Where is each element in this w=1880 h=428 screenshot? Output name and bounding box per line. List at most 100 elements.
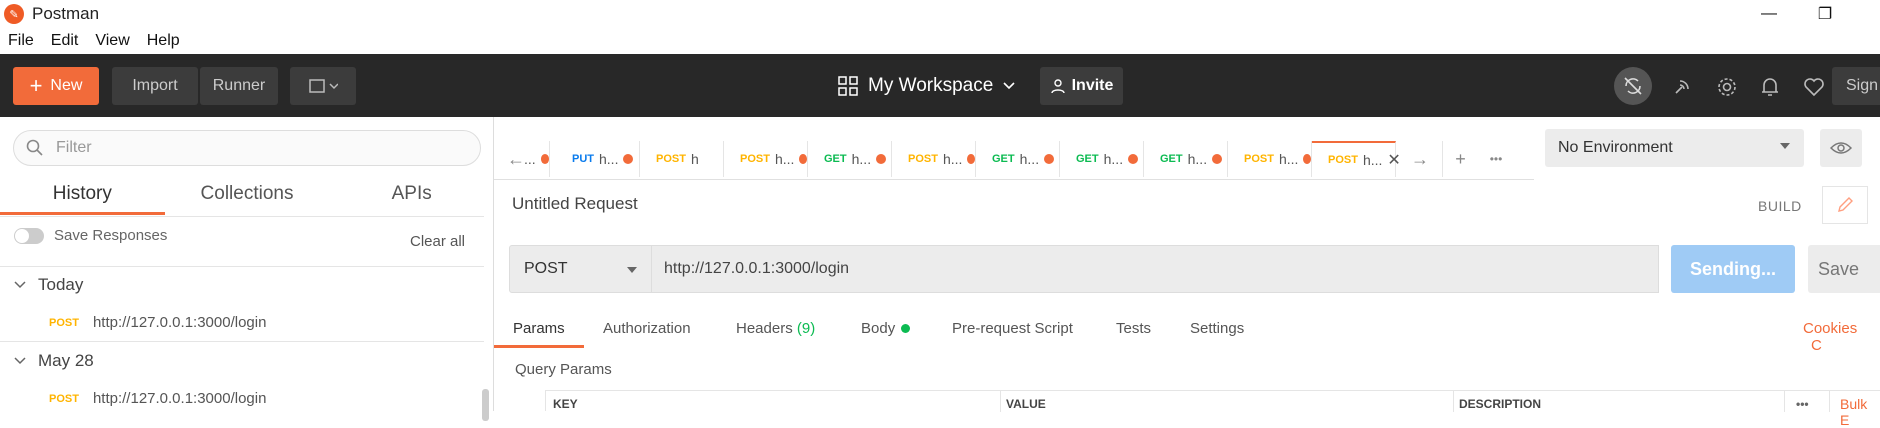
column-divider — [1784, 391, 1785, 412]
request-tab[interactable]: POST h — [640, 141, 724, 177]
filter-input[interactable]: Filter — [13, 130, 481, 166]
history-group-today[interactable]: Today — [14, 275, 83, 295]
tab-collections[interactable]: Collections — [165, 173, 330, 215]
satellite-icon[interactable] — [1667, 72, 1697, 102]
request-tab[interactable]: GET h... — [1060, 141, 1144, 177]
unsaved-dot-icon — [540, 154, 549, 164]
title-bar: ✎ Postman — ❐ — [0, 0, 1880, 28]
history-item[interactable]: POST http://127.0.0.1:3000/login — [49, 390, 266, 407]
column-description: DESCRIPTION — [1459, 397, 1542, 411]
invite-button[interactable]: Invite — [1040, 67, 1123, 105]
add-tab-icon[interactable]: + — [1442, 141, 1478, 177]
sync-off-icon — [1624, 77, 1642, 95]
request-tab[interactable]: POST h... — [892, 141, 976, 177]
tab-apis[interactable]: APIs — [329, 173, 494, 215]
tab-headers[interactable]: Headers (9) — [736, 320, 815, 337]
bulk-edit-link[interactable]: Bulk E — [1840, 396, 1880, 428]
close-icon[interactable]: ✕ — [1387, 150, 1400, 170]
environment-quick-look-button[interactable] — [1820, 129, 1862, 167]
menu-help[interactable]: Help — [147, 32, 180, 50]
unsaved-dot-icon — [1128, 154, 1139, 164]
new-window-button[interactable] — [290, 67, 356, 105]
import-button[interactable]: Import — [112, 67, 198, 105]
request-title[interactable]: Untitled Request — [512, 194, 638, 214]
method-select[interactable]: POST — [509, 245, 652, 293]
sync-status-button[interactable] — [1614, 67, 1652, 105]
tab-tests[interactable]: Tests — [1116, 320, 1151, 337]
runner-button[interactable]: Runner — [200, 67, 278, 105]
headers-count: (9) — [796, 320, 816, 337]
cookies-link[interactable]: Cookies C — [1803, 320, 1880, 354]
arrow-right-icon[interactable]: → — [1402, 141, 1438, 177]
history-url: http://127.0.0.1:3000/login — [92, 390, 267, 407]
status-dot-icon — [901, 324, 911, 333]
edit-button[interactable] — [1822, 186, 1868, 224]
tab-body[interactable]: Body — [861, 320, 911, 337]
history-item[interactable]: POST http://127.0.0.1:3000/login — [49, 314, 266, 331]
more-icon[interactable]: ••• — [1478, 141, 1514, 177]
request-tab[interactable]: POST h... — [724, 141, 808, 177]
minimize-button[interactable]: — — [1747, 0, 1791, 28]
tab-settings[interactable]: Settings — [1190, 320, 1244, 337]
workspace-label: My Workspace — [868, 75, 994, 96]
environment-selector[interactable]: No Environment — [1545, 129, 1804, 167]
tab-history[interactable]: History — [0, 173, 165, 215]
restore-button[interactable]: ❐ — [1803, 0, 1847, 28]
unsaved-dot-icon — [1044, 154, 1055, 164]
method-badge: POST — [49, 316, 79, 329]
history-url: http://127.0.0.1:3000/login — [92, 314, 267, 331]
clear-all-button[interactable]: Clear all — [410, 233, 465, 250]
new-button[interactable]: + New — [13, 67, 99, 105]
app-title: Postman — [32, 4, 100, 23]
request-tab[interactable]: ... — [524, 141, 550, 177]
send-button[interactable]: Sending... — [1671, 245, 1795, 293]
heart-icon[interactable] — [1799, 72, 1829, 102]
search-icon — [26, 139, 43, 156]
tab-authorization[interactable]: Authorization — [603, 320, 691, 337]
more-options-icon[interactable]: ••• — [1796, 397, 1809, 411]
divider — [0, 341, 484, 342]
sidebar-tabs: History Collections APIs — [0, 173, 494, 215]
save-responses-label: Save Responses — [54, 227, 168, 244]
column-divider — [1453, 391, 1454, 412]
settings-gear-icon[interactable] — [1712, 72, 1742, 102]
method-badge: POST — [49, 392, 79, 405]
chevron-down-icon — [1003, 82, 1015, 90]
caret-down-icon — [627, 267, 637, 273]
column-divider — [1000, 391, 1001, 412]
tab-pre-request-script[interactable]: Pre-request Script — [952, 320, 1073, 337]
save-responses-toggle[interactable] — [14, 227, 44, 244]
chevron-down-icon — [14, 281, 26, 289]
workspace-selector[interactable]: My Workspace — [838, 67, 1015, 105]
unsaved-dot-icon — [1303, 154, 1311, 164]
history-group-may-28[interactable]: May 28 — [14, 351, 94, 371]
grid-icon — [838, 76, 858, 96]
divider — [0, 216, 484, 217]
request-tab[interactable]: GET h... — [976, 141, 1060, 177]
sidebar-scrollbar[interactable] — [482, 389, 489, 421]
notification-bell-icon[interactable] — [1755, 72, 1785, 102]
request-tab-active[interactable]: POST h... ✕ — [1312, 141, 1401, 177]
menu-bar: File Edit View Help — [0, 28, 1880, 54]
menu-file[interactable]: File — [8, 32, 34, 50]
save-button[interactable]: Save — [1808, 245, 1880, 293]
request-tab[interactable]: POST h... — [1228, 141, 1312, 177]
unsaved-dot-icon — [623, 154, 634, 164]
divider — [0, 266, 484, 267]
build-label: BUILD — [1758, 198, 1802, 214]
menu-view[interactable]: View — [95, 32, 129, 50]
save-responses: Save Responses — [14, 227, 167, 244]
add-user-icon — [1050, 79, 1065, 94]
request-subtabs: Params Authorization Headers (9) Body Pr… — [494, 312, 1880, 348]
request-tab[interactable]: PUT h... — [556, 141, 640, 177]
unsaved-dot-icon — [876, 154, 887, 164]
new-window-icon — [309, 79, 338, 93]
plus-icon: + — [29, 73, 43, 98]
request-tab[interactable]: GET h... — [808, 141, 892, 177]
tab-params[interactable]: Params — [494, 320, 584, 348]
sign-in-button[interactable]: Sign — [1832, 67, 1880, 105]
menu-edit[interactable]: Edit — [51, 32, 79, 50]
unsaved-dot-icon — [967, 154, 975, 164]
request-tab[interactable]: GET h... — [1144, 141, 1228, 177]
url-input[interactable]: http://127.0.0.1:3000/login — [652, 245, 1659, 293]
